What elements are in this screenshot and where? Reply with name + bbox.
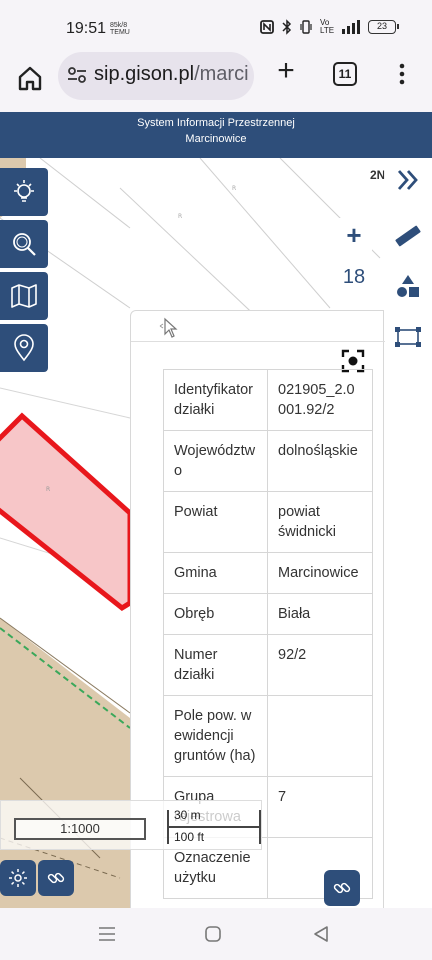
table-row: Numer działki 92/2 — [163, 634, 373, 696]
svg-text:R: R — [46, 486, 50, 493]
table-row: Obręb Biała — [163, 593, 373, 635]
system-nav-bar — [0, 908, 432, 960]
table-row: Pole pow. w ewidencji gruntów (ha) — [163, 695, 373, 777]
attr-value: Marcinowice — [267, 552, 373, 594]
attr-label: Obręb — [163, 593, 268, 635]
attr-label: Numer działki — [163, 634, 268, 696]
scale-ratio[interactable]: 1:1000 — [14, 818, 146, 840]
table-row: Gmina Marcinowice — [163, 552, 373, 594]
new-tab-button[interactable]: + — [272, 56, 300, 86]
vibrate-icon — [300, 20, 312, 34]
address-bar[interactable]: sip.gison.pl/marci — [58, 52, 254, 100]
nfc-icon — [260, 20, 274, 34]
tab-switcher-button[interactable]: 11 — [333, 62, 357, 86]
svg-text:R: R — [178, 213, 182, 220]
layers-map-button[interactable] — [0, 272, 48, 320]
double-chevron-right-icon[interactable] — [394, 166, 422, 194]
attr-label: Gmina — [163, 552, 268, 594]
attr-value: Biała — [267, 593, 373, 635]
attr-label: Pole pow. w ewidencji gruntów (ha) — [163, 695, 268, 777]
status-notification: 85k/8 TEMU — [110, 22, 130, 36]
attr-label: Powiat — [163, 491, 268, 553]
panel-link-button[interactable] — [324, 870, 360, 906]
location-pin-icon — [14, 334, 34, 362]
browser-toolbar: sip.gison.pl/marci + 11 — [0, 52, 432, 112]
home-nav-icon[interactable] — [204, 925, 222, 943]
attr-value: 7 — [267, 776, 373, 838]
attr-label: Identyfikator działki — [163, 369, 268, 431]
magnifier-icon — [13, 233, 36, 256]
bluetooth-icon — [282, 19, 292, 35]
light-button[interactable] — [0, 168, 48, 216]
shapes-icon[interactable] — [394, 272, 422, 300]
light-bulb-icon — [14, 180, 34, 202]
polygon-select-icon[interactable] — [394, 324, 422, 352]
attr-value: powiat świdnicki — [267, 491, 373, 553]
network-type: Vo LTE — [320, 18, 335, 35]
table-row: Województwo dolnośląskie — [163, 430, 373, 492]
svg-text:R: R — [232, 185, 236, 192]
attr-label: Województwo — [163, 430, 268, 492]
selected-parcel-outline — [0, 412, 133, 612]
location-button[interactable] — [0, 324, 48, 372]
link-icon — [333, 882, 351, 894]
status-right-icons: Vo LTE 23 — [260, 18, 399, 35]
zoom-level: 18 — [342, 266, 366, 288]
attr-value — [267, 695, 373, 777]
app-header: System Informacji Przestrzennej Marcinow… — [0, 112, 432, 158]
share-link-button[interactable] — [38, 860, 74, 896]
ruler-icon[interactable] — [394, 222, 422, 250]
settings-button[interactable] — [0, 860, 36, 896]
right-toolbar — [384, 158, 432, 908]
site-settings-icon[interactable] — [66, 64, 88, 86]
scale-metric: 30 m — [174, 808, 201, 822]
zoom-in-button[interactable]: + — [336, 218, 372, 254]
home-icon[interactable] — [14, 62, 46, 94]
table-row: Powiat powiat świdnicki — [163, 491, 373, 553]
attr-value: dolnośląskie — [267, 430, 373, 492]
panel-divider — [131, 341, 385, 342]
map-view[interactable]: R R R 2N + 18 − Identyfikator działki021… — [0, 158, 432, 908]
search-button[interactable] — [0, 220, 48, 268]
app-title-line1: System Informacji Przestrzennej — [137, 117, 295, 129]
attr-value: 92/2 — [267, 634, 373, 696]
gear-icon — [9, 869, 27, 887]
scale-imperial: 100 ft — [174, 830, 205, 844]
table-row: Identyfikator działki 021905_2.0001.92/2 — [163, 369, 373, 431]
battery-icon: 23 — [368, 20, 399, 34]
url-text: sip.gison.pl/marci — [94, 63, 249, 85]
drag-cursor-icon[interactable] — [159, 317, 181, 339]
kebab-menu-icon[interactable] — [394, 62, 410, 86]
recent-apps-icon[interactable] — [98, 925, 116, 943]
status-bar: 19:51 85k/8 TEMU Vo LTE 23 — [0, 0, 432, 56]
app-title-line2: Marcinowice — [185, 133, 247, 145]
attr-value: 021905_2.0001.92/2 — [267, 369, 373, 431]
back-nav-icon[interactable] — [312, 925, 330, 943]
signal-icon — [342, 20, 360, 34]
map-icon — [11, 284, 37, 308]
link-icon — [47, 872, 65, 884]
status-time: 19:51 — [66, 20, 107, 37]
